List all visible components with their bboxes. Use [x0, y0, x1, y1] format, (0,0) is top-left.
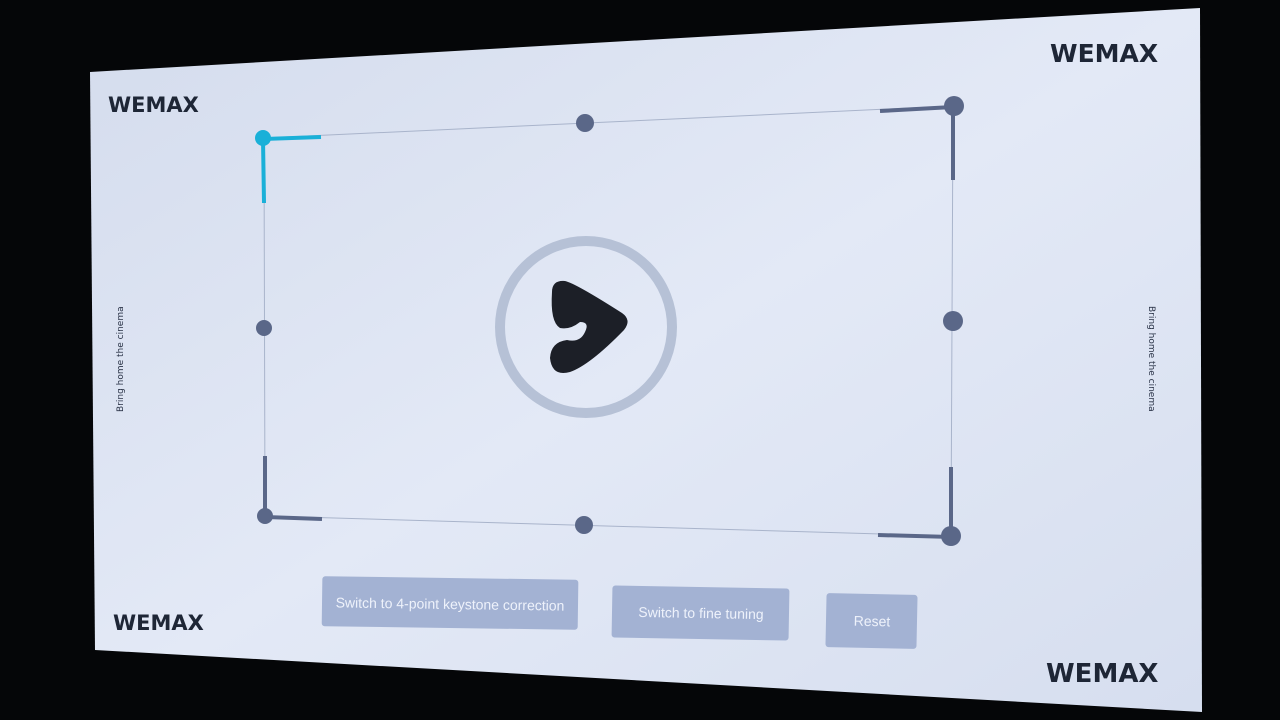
switch-4-point-label: Switch to 4-point keystone correction — [336, 594, 565, 613]
corner-handle-bottom-right[interactable] — [941, 526, 961, 546]
projected-screen: WEMAX WEMAX WEMAX WEMAX Bring home the c… — [90, 8, 1202, 712]
reset-button[interactable]: Reset — [825, 593, 918, 649]
switch-fine-tuning-label: Switch to fine tuning — [638, 604, 764, 622]
brand-logo-bottom-left: WEMAX — [113, 611, 204, 635]
tagline-left: Bring home the cinema — [116, 306, 126, 412]
switch-fine-tuning-button[interactable]: Switch to fine tuning — [611, 585, 790, 641]
brand-logo-bottom-right: WEMAX — [1046, 659, 1158, 689]
reset-label: Reset — [854, 613, 891, 630]
corner-handle-top-left[interactable] — [255, 130, 271, 146]
edge-handle-right[interactable] — [943, 311, 963, 331]
switch-4-point-button[interactable]: Switch to 4-point keystone correction — [321, 576, 579, 630]
edge-handle-left[interactable] — [256, 320, 272, 336]
corner-handle-top-right[interactable] — [944, 96, 964, 116]
edge-handle-bottom[interactable] — [575, 516, 593, 534]
edge-handle-top[interactable] — [576, 114, 594, 132]
corner-handle-bottom-left[interactable] — [257, 508, 273, 524]
brand-logo-top-right: WEMAX — [1050, 39, 1158, 68]
brand-logo-top-left: WEMAX — [108, 93, 199, 117]
tagline-right: Bring home the cinema — [1146, 306, 1156, 412]
